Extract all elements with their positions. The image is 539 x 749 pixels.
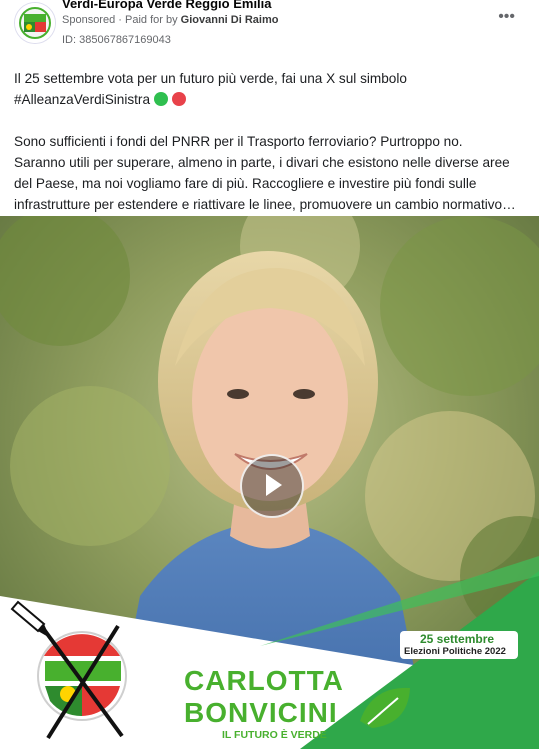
election-date-badge: 25 settembre Elezioni Politiche 2022 [400,631,518,659]
post-line-1: Il 25 settembre vota per un futuro più v… [14,71,407,86]
more-horizontal-icon: ••• [498,8,515,25]
ad-id: ID: 385067867169043 [62,34,171,46]
post-paragraph-line: infrastrutture per estendere e riattivar… [14,197,516,212]
paid-for-prefix: · Paid for by [118,14,178,26]
hashtag-link[interactable]: #AlleanzaVerdiSinistra [14,92,150,107]
election-name: Elezioni Politiche 2022 [404,646,506,657]
candidate-first-name: CARLOTTA [184,665,344,696]
candidate-last-name: BONVICINI [184,697,338,728]
post-paragraph-line: Saranno utili per superare, almeno in pa… [14,155,510,170]
more-options-button[interactable]: ••• [498,8,515,26]
play-button[interactable] [240,454,304,518]
post-paragraph-line: del Paese, ma noi vogliamo fare di più. … [14,176,477,191]
page-avatar[interactable] [14,2,56,44]
post-text: Il 25 settembre vota per un futuro più v… [14,68,528,215]
post-header: Verdi-Europa Verde Reggio Emilia Sponsor… [0,0,539,52]
paid-for-name[interactable]: Giovanni Di Raimo [181,14,279,26]
ad-post-card: Verdi-Europa Verde Reggio Emilia Sponsor… [0,0,539,749]
sponsored-line: Sponsored · Paid for by Giovanni Di Raim… [62,14,278,26]
red-circle-emoji-icon [172,92,187,106]
page-name[interactable]: Verdi-Europa Verde Reggio Emilia [62,0,272,11]
post-hashtag-line: #AlleanzaVerdiSinistra [14,89,528,110]
sponsored-label: Sponsored [62,14,116,26]
party-logo [37,631,127,721]
green-circle-emoji-icon [154,92,169,106]
post-paragraph-line: Sono sufficienti i fondi del PNRR per il… [14,134,463,149]
campaign-slogan: IL FUTURO È VERDE [222,729,327,741]
election-date: 25 settembre [420,632,495,646]
